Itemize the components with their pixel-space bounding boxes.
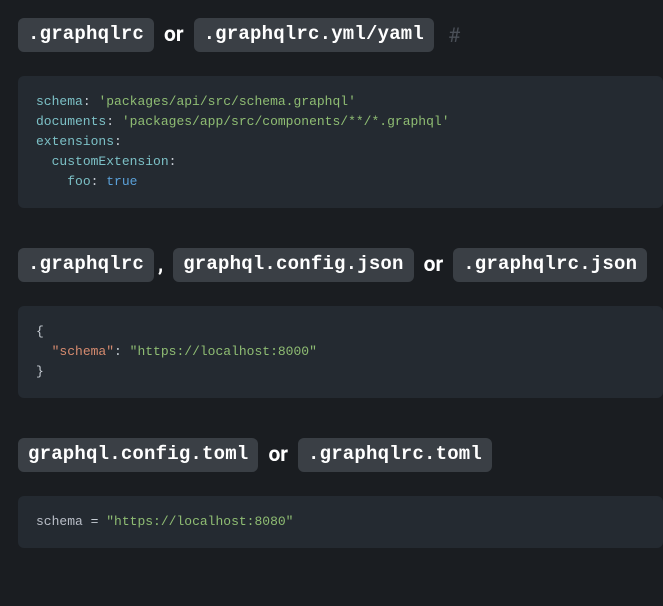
separator-or: or [164, 23, 184, 47]
section-heading: graphql.config.toml or .graphqlrc.toml [18, 438, 663, 472]
section-heading: .graphqlrc or .graphqlrc.yml/yaml # [18, 18, 663, 52]
filename-chip: .graphqlrc.json [453, 248, 647, 282]
separator-or: or [268, 443, 288, 467]
filename-chip: .graphqlrc [18, 18, 154, 52]
filename-chip: graphql.config.toml [18, 438, 258, 472]
separator-comma: , [158, 253, 163, 277]
separator-or: or [424, 253, 444, 277]
filename-chip: .graphqlrc.yml/yaml [194, 18, 434, 52]
filename-chip: .graphqlrc.toml [298, 438, 492, 472]
section-heading: .graphqlrc, graphql.config.json or .graphql… [18, 248, 663, 282]
anchor-hash-icon[interactable]: # [448, 23, 460, 47]
code-block: { "schema": "https://localhost:8000" } [18, 306, 663, 398]
code-block: schema: 'packages/api/src/schema.graphql… [18, 76, 663, 209]
code-block: schema = "https://localhost:8080" [18, 496, 663, 548]
filename-chip: .graphqlrc [18, 248, 154, 282]
filename-chip: graphql.config.json [173, 248, 413, 282]
